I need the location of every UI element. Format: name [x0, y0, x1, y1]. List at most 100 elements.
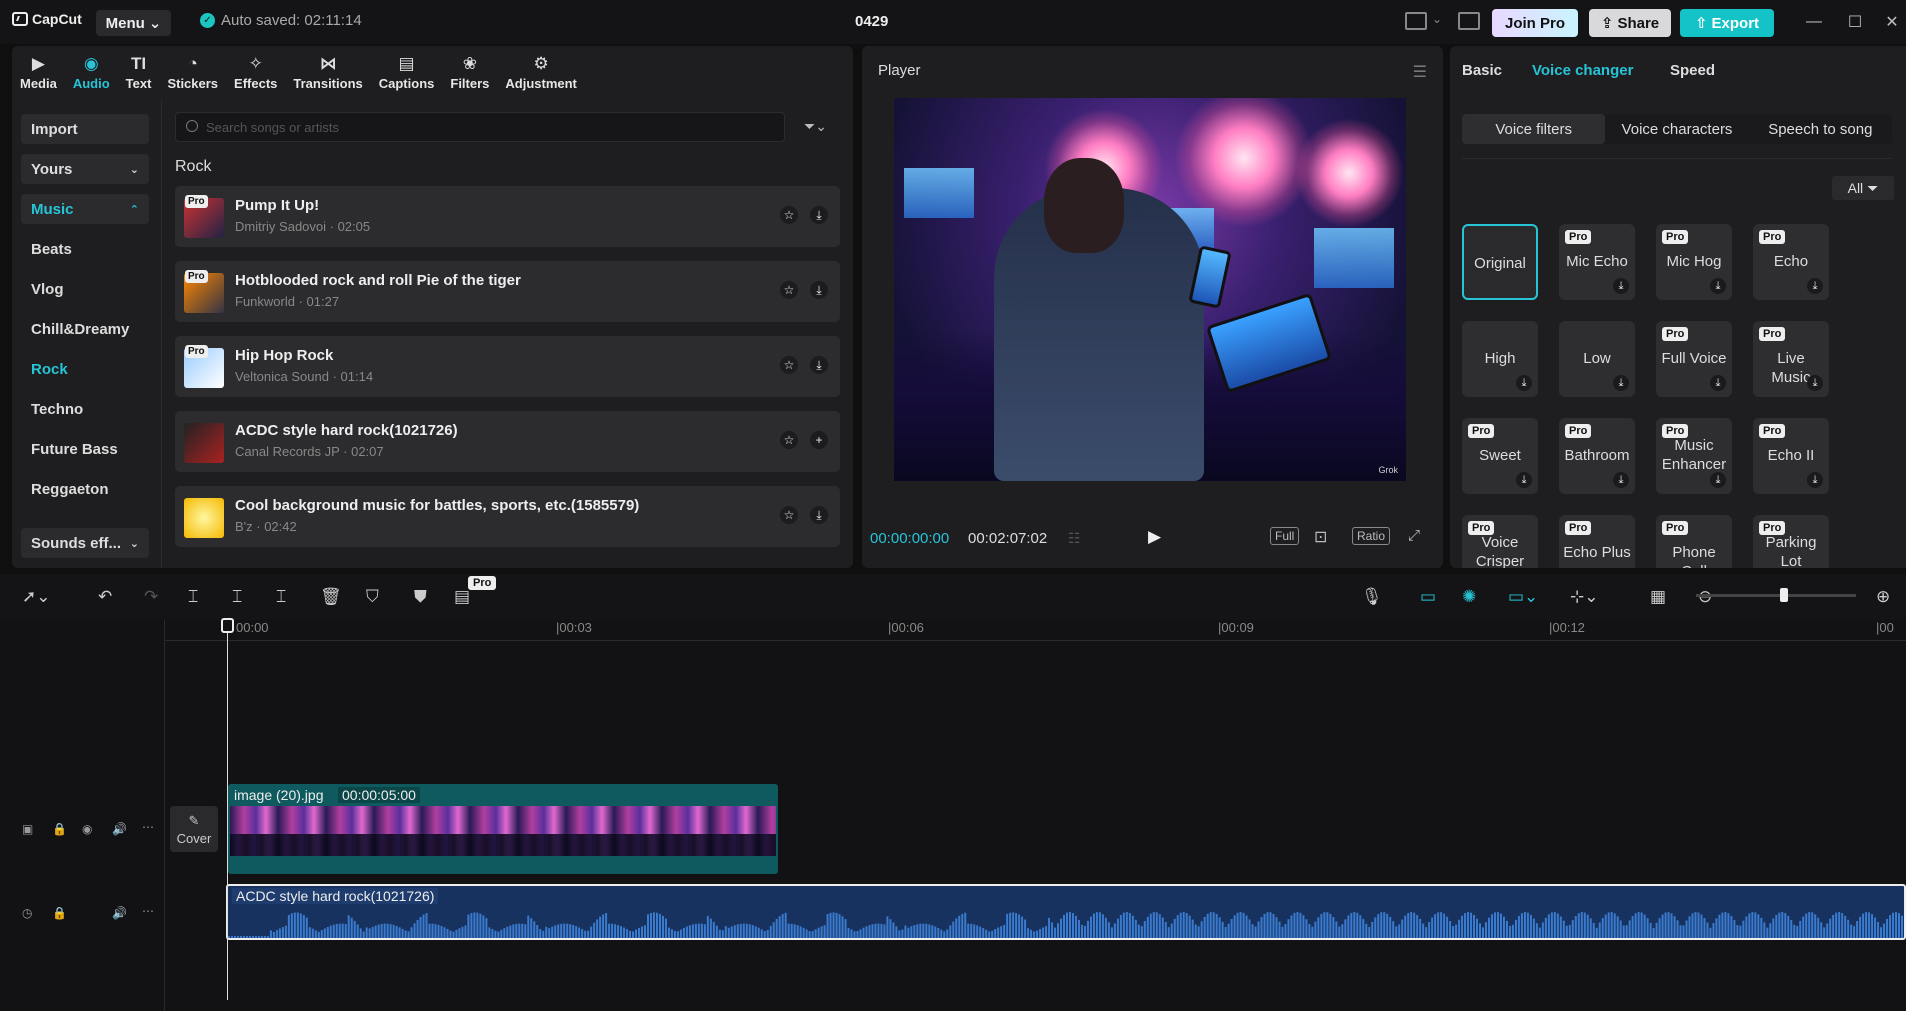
delete-icon[interactable]: 🗑 — [320, 587, 342, 607]
download-icon[interactable]: ⤓ — [1613, 472, 1629, 488]
tab-filters[interactable]: ❀ Filters — [442, 46, 497, 100]
select-cursor-icon[interactable]: ➚⌄ — [22, 587, 51, 607]
category-techno[interactable]: Techno — [21, 394, 149, 424]
download-icon[interactable]: ⤓ — [810, 356, 828, 374]
lock-icon[interactable]: 🔒 — [52, 822, 67, 836]
eye-icon[interactable]: ◉ — [82, 822, 92, 836]
marker-icon[interactable]: ⛉ — [366, 587, 379, 607]
zoom-fit-icon[interactable]: ⊡ — [1314, 527, 1327, 547]
voice-filter-mic-hog[interactable]: Pro Mic Hog ⤓ — [1656, 224, 1732, 300]
share-button[interactable]: ⇪ Share — [1589, 9, 1671, 37]
download-icon[interactable]: ⤓ — [1710, 278, 1726, 294]
zoom-in-icon[interactable]: ⊕ — [1876, 587, 1890, 607]
download-icon[interactable]: ⤓ — [810, 281, 828, 299]
more-icon[interactable]: ⋯ — [142, 904, 154, 918]
lock-icon[interactable]: 🔒 — [52, 906, 67, 920]
voice-filter-sweet[interactable]: Pro Sweet ⤓ — [1462, 418, 1538, 494]
import-button[interactable]: Import — [21, 114, 149, 144]
close-icon[interactable]: ✕ — [1880, 10, 1904, 34]
full-quality-button[interactable]: Full — [1270, 527, 1300, 545]
subtab-voice-characters[interactable]: Voice characters — [1605, 114, 1748, 144]
tab-text[interactable]: TI Text — [118, 46, 160, 100]
voice-filter-echo[interactable]: Pro Echo ⤓ — [1753, 224, 1829, 300]
menu-button[interactable]: Menu ⌄ — [96, 10, 171, 36]
add-icon[interactable]: + — [810, 431, 828, 449]
video-clip[interactable]: image (20).jpg 00:00:05:00 — [228, 784, 778, 874]
playhead-handle[interactable] — [221, 618, 234, 633]
favorite-icon[interactable]: ☆ — [780, 206, 798, 224]
volume-icon[interactable]: 🔊 — [112, 822, 127, 836]
playhead[interactable] — [227, 620, 228, 1000]
redo-icon[interactable]: ↷ — [144, 587, 158, 607]
tab-effects[interactable]: ✧ Effects — [226, 46, 285, 100]
video-preview[interactable]: Grok — [894, 98, 1406, 481]
microphone-icon[interactable]: 🎙 — [1361, 587, 1383, 607]
download-icon[interactable]: ⤓ — [1516, 375, 1532, 391]
voice-filter-bathroom[interactable]: Pro Bathroom ⤓ — [1559, 418, 1635, 494]
download-icon[interactable]: ⤓ — [810, 206, 828, 224]
sound-effects-category[interactable]: Sounds eff... ⌄ — [21, 528, 149, 558]
timecode-grid-icon[interactable]: ☷ — [1068, 530, 1081, 547]
zoom-out-icon[interactable]: ⊖ — [1698, 587, 1712, 607]
tab-stickers[interactable]: ◔ Stickers — [159, 46, 226, 100]
linkage-icon[interactable]: ▭⌄ — [1508, 587, 1538, 607]
auto-caption-icon[interactable]: ▤ — [454, 587, 470, 607]
download-icon[interactable]: ⤓ — [810, 506, 828, 524]
filter-sort-icon[interactable]: ⏷⌄ — [804, 118, 827, 135]
search-input[interactable]: Search songs or artists — [175, 112, 785, 142]
song-item[interactable]: Cool background music for battles, sport… — [175, 486, 840, 547]
minimize-icon[interactable]: — — [1802, 10, 1826, 34]
layout-icon[interactable] — [1405, 12, 1427, 30]
zoom-slider-knob[interactable] — [1780, 588, 1788, 602]
category-vlog[interactable]: Vlog — [21, 274, 149, 304]
voice-filter-parking-lot[interactable]: ProParking Lot⤓ — [1753, 515, 1829, 568]
download-icon[interactable]: ⤓ — [1613, 278, 1629, 294]
caption-track-icon[interactable]: ▦ — [1650, 587, 1666, 607]
shortcuts-icon[interactable] — [1458, 12, 1480, 30]
download-icon[interactable]: ⤓ — [1807, 278, 1823, 294]
voice-filter-voice-crisper[interactable]: ProVoice Crisper⤓ — [1462, 515, 1538, 568]
shield-icon[interactable]: ⛊ — [414, 587, 427, 607]
join-pro-button[interactable]: Join Pro — [1492, 9, 1578, 37]
voice-filter-echo-plus[interactable]: ProEcho Plus⤓ — [1559, 515, 1635, 568]
main-track-magnet-icon[interactable]: ▭ — [1420, 587, 1436, 607]
maximize-icon[interactable]: ☐ — [1843, 10, 1867, 34]
song-item[interactable]: Pro Pump It Up! Dmitriy Sadovoi · 02:05 ☆ ⤓ — [175, 186, 840, 247]
play-icon[interactable]: ▶ — [1148, 527, 1161, 547]
tab-adjustment[interactable]: ⚙ Adjustment — [497, 46, 585, 100]
voice-filter-mic-echo[interactable]: Pro Mic Echo ⤓ — [1559, 224, 1635, 300]
tab-transitions[interactable]: ⋈ Transitions — [285, 46, 370, 100]
more-icon[interactable]: ⋯ — [142, 820, 154, 834]
voice-filter-high[interactable]: High ⤓ — [1462, 321, 1538, 397]
tab-media[interactable]: ▶ Media — [12, 46, 65, 100]
player-menu-icon[interactable]: ☰ — [1413, 62, 1427, 82]
layout-chevron-icon[interactable]: ⌄ — [1432, 12, 1442, 26]
voice-filter-live-music[interactable]: Pro Live Music ⤓ — [1753, 321, 1829, 397]
tab-audio[interactable]: ◉ Audio — [65, 46, 118, 100]
subtab-voice-filters[interactable]: Voice filters — [1462, 114, 1606, 144]
category-future-bass[interactable]: Future Bass — [21, 434, 149, 464]
voice-filter-original[interactable]: Original — [1462, 224, 1538, 300]
song-item[interactable]: ACDC style hard rock(1021726) Canal Recor… — [175, 411, 840, 472]
favorite-icon[interactable]: ☆ — [780, 281, 798, 299]
download-icon[interactable]: ⤓ — [1613, 375, 1629, 391]
volume-icon[interactable]: 🔊 — [112, 906, 127, 920]
voice-filter-low[interactable]: Low ⤓ — [1559, 321, 1635, 397]
song-item[interactable]: Pro Hotblooded rock and roll Pie of the t… — [175, 261, 840, 322]
download-icon[interactable]: ⤓ — [1710, 472, 1726, 488]
tab-speed[interactable]: Speed — [1670, 62, 1715, 79]
cover-button[interactable]: ✎ Cover — [170, 806, 218, 852]
download-icon[interactable]: ⤓ — [1516, 472, 1532, 488]
voice-filter-phone-call[interactable]: ProPhone Call⤓ — [1656, 515, 1732, 568]
audio-clip[interactable]: ACDC style hard rock(1021726) — [226, 884, 1906, 940]
tab-voice-changer[interactable]: Voice changer — [1532, 62, 1633, 79]
tab-captions[interactable]: ▤ Captions — [371, 46, 443, 100]
preview-axis-icon[interactable]: ⊹⌄ — [1570, 587, 1599, 607]
voice-filter-echo-ii[interactable]: Pro Echo II ⤓ — [1753, 418, 1829, 494]
subtab-speech-to-song[interactable]: Speech to song — [1749, 114, 1892, 144]
auto-snap-icon[interactable]: ✺ — [1462, 587, 1476, 607]
category-chill-dreamy[interactable]: Chill&Dreamy — [21, 314, 149, 344]
trim-left-icon[interactable]: ⌶ — [232, 587, 242, 607]
ratio-button[interactable]: Ratio — [1352, 527, 1391, 545]
trim-right-icon[interactable]: ⌶ — [276, 587, 286, 607]
